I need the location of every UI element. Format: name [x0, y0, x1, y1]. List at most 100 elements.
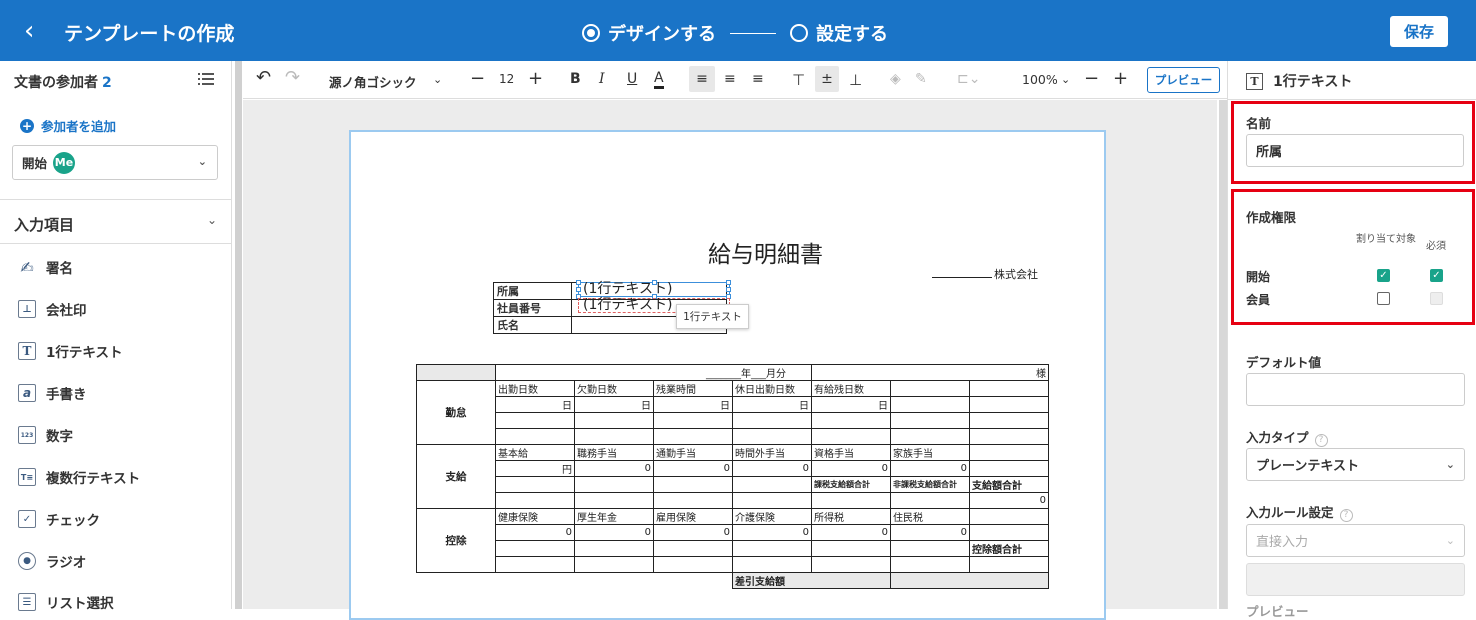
zoom-in-icon[interactable]: +: [1113, 68, 1128, 89]
field-item-label: 複数行テキスト: [46, 471, 141, 487]
period-cell: _______年___月分: [495, 364, 812, 381]
increase-size-icon[interactable]: +: [528, 68, 543, 89]
radio-icon: ●: [18, 552, 36, 570]
font-color-icon[interactable]: A: [654, 71, 664, 89]
name-input[interactable]: 所属: [1246, 134, 1464, 167]
participants-heading: 文書の参加者 2: [14, 72, 112, 92]
field-item-label: 数字: [46, 429, 73, 445]
border-style-icon[interactable]: ⊏⌄: [957, 71, 980, 87]
step-design-label[interactable]: デザインする: [608, 20, 716, 46]
table-cell: 円: [495, 460, 575, 477]
checkbox-icon: ✓: [18, 510, 36, 528]
preview-button[interactable]: プレビュー: [1147, 67, 1220, 93]
field-item-list-select[interactable]: ☰ リスト選択: [18, 591, 114, 613]
table-header: 健康保険: [495, 508, 575, 525]
help-icon[interactable]: ?: [1339, 509, 1353, 522]
resize-handle[interactable]: [576, 287, 581, 292]
field-item-label: 会社印: [46, 303, 87, 319]
participant-select[interactable]: 開始 Me ⌄: [12, 145, 218, 180]
table-cell: 日: [732, 396, 812, 413]
table-header: 雇用保険: [653, 508, 733, 525]
align-middle-icon[interactable]: ±: [815, 66, 839, 92]
field-item-number[interactable]: 123 数字: [18, 424, 73, 446]
italic-icon[interactable]: I: [599, 71, 605, 87]
left-scrollbar[interactable]: [235, 61, 242, 609]
section-attendance: 勤怠: [416, 380, 496, 445]
resize-handle[interactable]: [726, 287, 731, 292]
field-item-radio[interactable]: ● ラジオ: [18, 550, 86, 572]
table-cell: 0: [732, 524, 812, 541]
align-top-icon[interactable]: ⊤: [792, 71, 805, 89]
divider: [0, 199, 231, 200]
redo-icon[interactable]: ↷: [285, 67, 300, 88]
table-header: 時間外手当: [732, 444, 812, 461]
input-rule-select[interactable]: 直接入力 ⌄: [1246, 524, 1465, 557]
table-header: [890, 380, 970, 397]
table-cell: 0: [574, 460, 654, 477]
align-right-icon[interactable]: ≡: [752, 71, 764, 87]
canvas-scrollbar[interactable]: [1219, 100, 1227, 609]
table-cell: 0: [732, 460, 812, 477]
save-button[interactable]: 保存: [1390, 16, 1448, 47]
underline-icon[interactable]: U: [627, 71, 637, 87]
canvas-area: 給与明細書 株式会社 所属 社員番号 氏名 (1行テキスト) (1行テキスト) …: [243, 100, 1217, 620]
default-value-input[interactable]: [1246, 373, 1465, 406]
assign-checkbox-member[interactable]: [1377, 292, 1390, 305]
table-header: 非課税支給額合計: [890, 476, 970, 493]
resize-handle[interactable]: [652, 280, 657, 285]
chevron-down-icon[interactable]: ⌄: [433, 73, 442, 86]
chevron-down-icon[interactable]: ⌄: [207, 213, 217, 227]
field-item-label: 署名: [46, 261, 73, 277]
field-item-label: チェック: [46, 513, 100, 529]
back-button[interactable]: ‹: [24, 17, 46, 45]
table-header: 課税支給額合計: [811, 476, 891, 493]
help-icon[interactable]: ?: [1314, 434, 1328, 447]
border-color-icon[interactable]: ✎: [915, 71, 927, 87]
table-header: 所得税: [811, 508, 891, 525]
zoom-out-icon[interactable]: −: [1084, 68, 1099, 89]
field-item-signature[interactable]: ✍ 署名: [18, 256, 73, 278]
assign-checkbox-starter[interactable]: ✓: [1377, 269, 1390, 282]
table-cell: 日: [574, 396, 654, 413]
zoom-select[interactable]: 100%: [1022, 72, 1058, 87]
step-radio-selected-icon[interactable]: [582, 24, 600, 42]
undo-icon[interactable]: ↶: [256, 67, 271, 88]
table-header: 通勤手当: [653, 444, 733, 461]
field-type-heading: T 1行テキスト: [1246, 71, 1352, 91]
align-bottom-icon[interactable]: ⊥: [849, 71, 862, 89]
input-type-select[interactable]: プレーンテキスト ⌄: [1246, 448, 1465, 481]
recipient-cell: 様: [811, 364, 1049, 381]
resize-handle[interactable]: [726, 280, 731, 285]
participant-select-label: 開始: [22, 156, 48, 171]
table-cell: 0: [890, 460, 970, 477]
company-line: 株式会社: [932, 266, 1038, 282]
chevron-down-icon[interactable]: ⌄: [1061, 73, 1070, 86]
table-cell: 0: [969, 492, 1049, 509]
align-center-icon[interactable]: ≡: [724, 71, 736, 87]
fill-color-icon[interactable]: ◈: [890, 71, 901, 87]
divider: [1228, 99, 1476, 100]
step-radio-icon[interactable]: [790, 24, 808, 42]
handwriting-icon: a: [18, 384, 36, 402]
input-items-heading[interactable]: 入力項目: [14, 214, 74, 235]
field-item-company-seal[interactable]: ⊥ 会社印: [18, 298, 87, 320]
add-participant-button[interactable]: + 参加者を追加: [20, 116, 116, 135]
field-item-single-line-text[interactable]: T 1行テキスト: [18, 340, 123, 362]
field-item-multiline-text[interactable]: T≡ 複数行テキスト: [18, 466, 140, 488]
step-settings-label[interactable]: 設定する: [816, 20, 888, 46]
avatar: Me: [53, 151, 76, 174]
align-left-icon[interactable]: ≡: [689, 66, 715, 92]
field-item-handwriting[interactable]: a 手書き: [18, 382, 87, 404]
required-checkbox-starter[interactable]: ✓: [1430, 269, 1443, 282]
info-label: 所属: [493, 282, 572, 300]
decrease-size-icon[interactable]: −: [470, 68, 485, 89]
font-size-value[interactable]: 12: [499, 72, 514, 86]
divider: [0, 243, 231, 244]
permission-label: 作成権限: [1246, 210, 1297, 225]
font-family-select[interactable]: 源ノ角ゴシック: [329, 72, 417, 91]
field-item-checkbox[interactable]: ✓ チェック: [18, 508, 100, 530]
bold-icon[interactable]: B: [570, 71, 581, 87]
resize-handle[interactable]: [576, 280, 581, 285]
table-header: 職務手当: [574, 444, 654, 461]
list-view-icon[interactable]: [198, 72, 214, 86]
